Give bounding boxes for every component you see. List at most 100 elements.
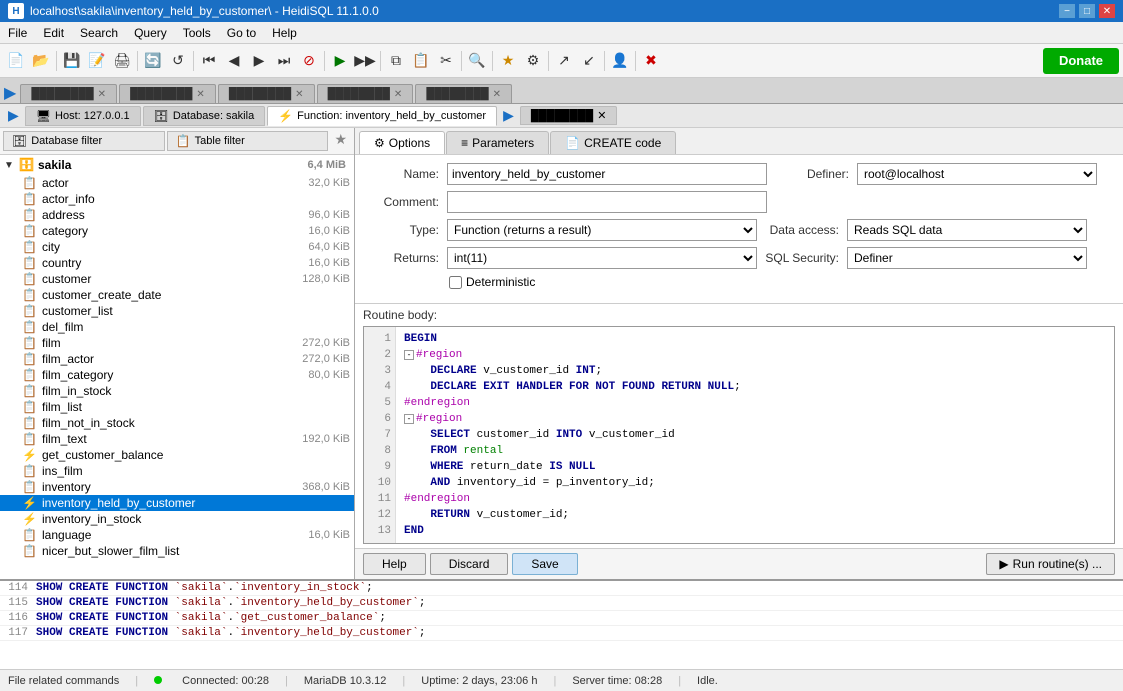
- conn-tab-3[interactable]: ████████ ✕: [218, 84, 315, 103]
- tree-item-ins_film[interactable]: 📋 ins_film: [0, 463, 354, 479]
- discard-button[interactable]: Discard: [430, 553, 509, 575]
- tree-item-film_list[interactable]: 📋 film_list: [0, 399, 354, 415]
- tb-cut-btn[interactable]: ✂: [434, 49, 458, 73]
- conn-tab-3-close[interactable]: ✕: [295, 89, 303, 100]
- maximize-button[interactable]: □: [1079, 4, 1095, 18]
- filter-star-btn[interactable]: ★: [330, 131, 351, 151]
- tb-refresh2-btn[interactable]: ↺: [166, 49, 190, 73]
- deterministic-checkbox[interactable]: [449, 276, 462, 289]
- tree-item-del_film[interactable]: 📋 del_film: [0, 319, 354, 335]
- tb-prev-btn[interactable]: ◀: [222, 49, 246, 73]
- code-editor[interactable]: 12345678910111213 BEGIN-#region DECLARE …: [363, 326, 1115, 544]
- menu-query[interactable]: Query: [126, 24, 175, 42]
- conn-tab-5-close[interactable]: ✕: [493, 89, 501, 100]
- conn-tab-4-close[interactable]: ✕: [394, 89, 402, 100]
- tb-users-btn[interactable]: 👤: [608, 49, 632, 73]
- sub-tab-run-btn[interactable]: ▶: [499, 107, 518, 124]
- conn-tab-1[interactable]: ████████ ✕: [20, 84, 117, 103]
- returns-select[interactable]: int(11): [447, 247, 757, 269]
- name-input[interactable]: [447, 163, 767, 185]
- tb-search-btn[interactable]: 🔍: [465, 49, 489, 73]
- fold-btn-6[interactable]: -: [404, 414, 414, 424]
- tb-save-btn[interactable]: 💾: [60, 49, 84, 73]
- tree-item-language[interactable]: 📋 language 16,0 KiB: [0, 527, 354, 543]
- db-expand-icon[interactable]: ▼: [4, 160, 18, 171]
- tree-item-customer_list[interactable]: 📋 customer_list: [0, 303, 354, 319]
- code-content[interactable]: BEGIN-#region DECLARE v_customer_id INT;…: [396, 327, 1114, 543]
- tree-item-film_in_stock[interactable]: 📋 film_in_stock: [0, 383, 354, 399]
- tb-run-btn[interactable]: ▶: [328, 49, 352, 73]
- donate-button[interactable]: Donate: [1043, 48, 1119, 74]
- comment-input[interactable]: [447, 191, 767, 213]
- new-conn-button[interactable]: ▶: [4, 83, 16, 103]
- definer-select[interactable]: root@localhost: [857, 163, 1097, 185]
- tb-stop-btn[interactable]: ⊘: [297, 49, 321, 73]
- tree-item-film_category[interactable]: 📋 film_category 80,0 KiB: [0, 367, 354, 383]
- menu-help[interactable]: Help: [264, 24, 305, 42]
- tb-back-btn[interactable]: ⏮: [197, 49, 221, 73]
- tb-print-btn[interactable]: 🖨: [110, 49, 134, 73]
- tree-item-inventory[interactable]: 📋 inventory 368,0 KiB: [0, 479, 354, 495]
- tb-misc-btn[interactable]: ⚙: [521, 49, 545, 73]
- menu-file[interactable]: File: [0, 24, 35, 42]
- deterministic-label[interactable]: Deterministic: [449, 275, 535, 289]
- tb-next-btn[interactable]: ▶: [247, 49, 271, 73]
- tree-item-customer_create_date[interactable]: 📋 customer_create_date: [0, 287, 354, 303]
- type-select[interactable]: Function (returns a result) Procedure: [447, 219, 757, 241]
- sub-tab-extra-close[interactable]: ✕: [597, 109, 606, 122]
- conn-tab-5[interactable]: ████████ ✕: [415, 84, 512, 103]
- menu-tools[interactable]: Tools: [175, 24, 219, 42]
- sub-tab-play[interactable]: ▶: [4, 107, 23, 124]
- tree-item-get_customer_balance[interactable]: ⚡ get_customer_balance: [0, 447, 354, 463]
- tree-item-city[interactable]: 📋 city 64,0 KiB: [0, 239, 354, 255]
- conn-tab-2-close[interactable]: ✕: [196, 89, 204, 100]
- menu-search[interactable]: Search: [72, 24, 126, 42]
- tab-create-code[interactable]: 📄 CREATE code: [550, 131, 676, 154]
- tree-item-actor[interactable]: 📋 actor 32,0 KiB: [0, 175, 354, 191]
- sub-tab-database[interactable]: 🗄 Database: sakila: [143, 106, 266, 126]
- tb-open-btn[interactable]: 📂: [29, 49, 53, 73]
- tree-item-film_not_in_stock[interactable]: 📋 film_not_in_stock: [0, 415, 354, 431]
- tb-export-btn[interactable]: ↗: [552, 49, 576, 73]
- sub-tab-extra[interactable]: ████████ ✕: [520, 106, 618, 125]
- menu-goto[interactable]: Go to: [219, 24, 264, 42]
- minimize-button[interactable]: −: [1059, 4, 1075, 18]
- tree-item-category[interactable]: 📋 category 16,0 KiB: [0, 223, 354, 239]
- run-routine-button[interactable]: ▶ Run routine(s) ...: [986, 553, 1115, 575]
- fold-btn-2[interactable]: -: [404, 350, 414, 360]
- tree-item-film_text[interactable]: 📋 film_text 192,0 KiB: [0, 431, 354, 447]
- tree-item-actor_info[interactable]: 📋 actor_info: [0, 191, 354, 207]
- tree-item-country[interactable]: 📋 country 16,0 KiB: [0, 255, 354, 271]
- sub-tab-function[interactable]: ⚡ Function: inventory_held_by_customer: [267, 106, 497, 126]
- data-access-select[interactable]: Reads SQL data Modifies SQL data Contain…: [847, 219, 1087, 241]
- tab-parameters[interactable]: ≡ Parameters: [446, 131, 549, 154]
- tb-copy-btn[interactable]: ⧉: [384, 49, 408, 73]
- tb-import-btn[interactable]: ↙: [577, 49, 601, 73]
- conn-tab-1-close[interactable]: ✕: [98, 89, 106, 100]
- tab-options[interactable]: ⚙ Options: [359, 131, 445, 154]
- tb-run2-btn[interactable]: ▶▶: [353, 49, 377, 73]
- tb-disconnect-btn[interactable]: ✖: [639, 49, 663, 73]
- tree-item-customer[interactable]: 📋 customer 128,0 KiB: [0, 271, 354, 287]
- tree-item-address[interactable]: 📋 address 96,0 KiB: [0, 207, 354, 223]
- tb-end-btn[interactable]: ⏭: [272, 49, 296, 73]
- tb-saveas-btn[interactable]: 📝: [85, 49, 109, 73]
- sql-security-select[interactable]: Definer Invoker: [847, 247, 1087, 269]
- tb-refresh-btn[interactable]: 🔄: [141, 49, 165, 73]
- tb-new-btn[interactable]: 📄: [4, 49, 28, 73]
- sub-tab-host[interactable]: 🖥 Host: 127.0.0.1: [25, 106, 141, 126]
- tree-item-inventory_held_by_customer[interactable]: ⚡ inventory_held_by_customer: [0, 495, 354, 511]
- save-button[interactable]: Save: [512, 553, 577, 575]
- tb-highlight-btn[interactable]: ★: [496, 49, 520, 73]
- tree-item-inventory_in_stock[interactable]: ⚡ inventory_in_stock: [0, 511, 354, 527]
- db-filter-btn[interactable]: 🗄 Database filter: [3, 131, 165, 151]
- tree-item-film_actor[interactable]: 📋 film_actor 272,0 KiB: [0, 351, 354, 367]
- help-button[interactable]: Help: [363, 553, 426, 575]
- db-root-sakila[interactable]: ▼ 🗄 sakila 6,4 MiB: [0, 155, 354, 175]
- table-filter-btn[interactable]: 📋 Table filter: [167, 131, 329, 151]
- menu-edit[interactable]: Edit: [35, 24, 72, 42]
- close-button[interactable]: ✕: [1099, 4, 1115, 18]
- conn-tab-2[interactable]: ████████ ✕: [119, 84, 216, 103]
- tb-paste-btn[interactable]: 📋: [409, 49, 433, 73]
- tree-item-film[interactable]: 📋 film 272,0 KiB: [0, 335, 354, 351]
